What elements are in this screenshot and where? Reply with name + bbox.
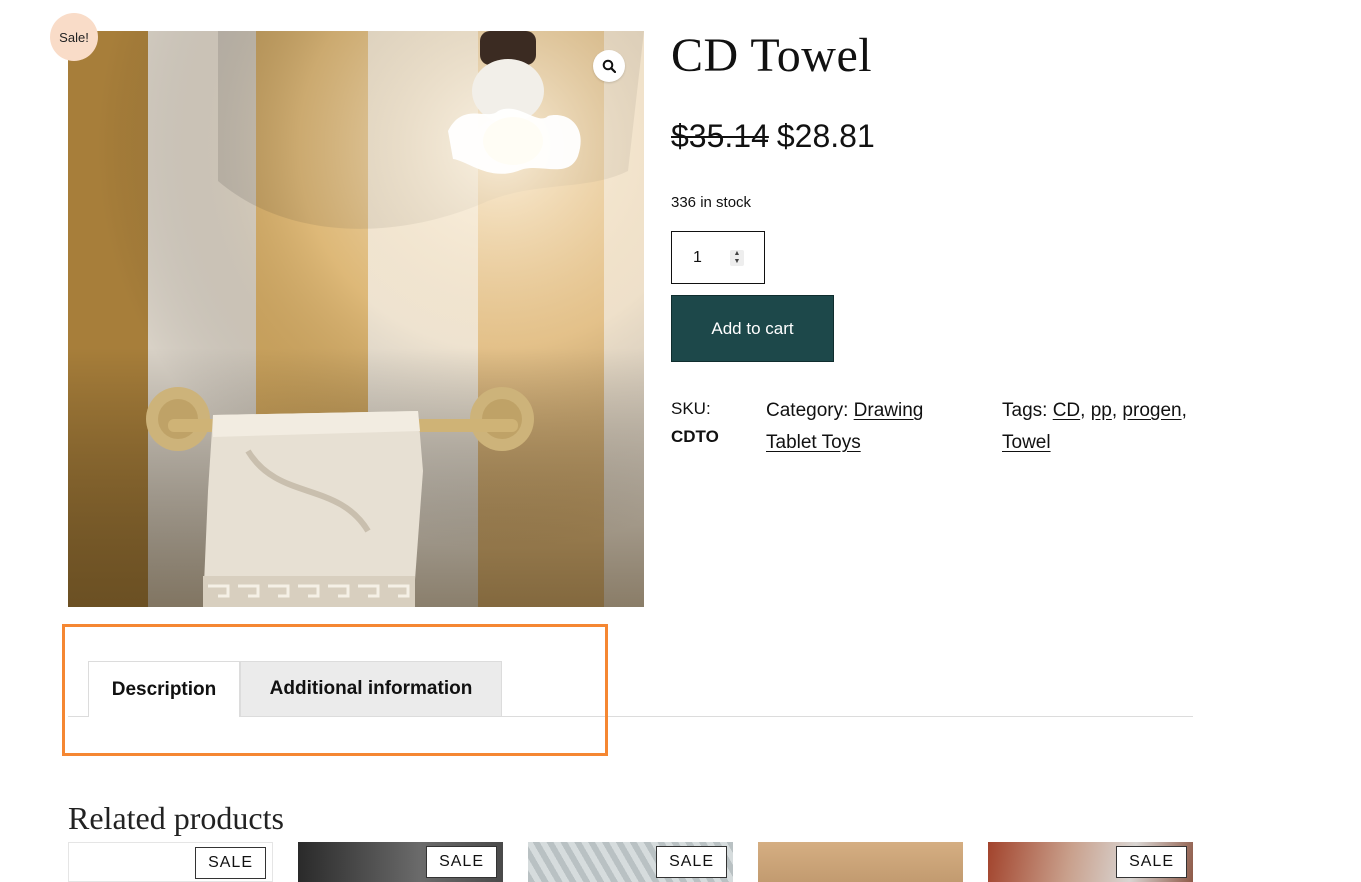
- zoom-button[interactable]: [593, 50, 625, 82]
- quantity-spinner[interactable]: ▲ ▼: [730, 249, 744, 266]
- stock-status: 336 in stock: [671, 194, 752, 211]
- sale-label: SALE: [656, 846, 727, 878]
- related-product-card[interactable]: SALE: [528, 842, 733, 882]
- related-product-card[interactable]: SALE: [988, 842, 1193, 882]
- product-title: CD Towel: [671, 29, 873, 82]
- category-label: Category:: [766, 400, 849, 421]
- tags-label: Tags:: [1002, 400, 1048, 421]
- related-product-card[interactable]: SALE: [68, 842, 273, 882]
- product-image[interactable]: [68, 31, 644, 607]
- sku-label: SKU:: [671, 399, 711, 418]
- category-meta: Category: Drawing Tablet Toys: [766, 395, 976, 459]
- sale-badge: Sale!: [50, 13, 98, 61]
- sale-price: $28.81: [776, 118, 875, 154]
- spin-up-icon[interactable]: ▲: [734, 250, 741, 258]
- related-product-card[interactable]: [758, 842, 963, 882]
- add-to-cart-button[interactable]: Add to cart: [671, 295, 834, 362]
- tag-link[interactable]: CD: [1053, 400, 1080, 421]
- sku-value: CDTO: [671, 427, 719, 446]
- tag-link[interactable]: pp: [1091, 400, 1112, 421]
- related-product-card[interactable]: SALE: [298, 842, 503, 882]
- tag-separator: ,: [1111, 400, 1118, 421]
- tag-separator: ,: [1080, 400, 1086, 421]
- quantity-stepper[interactable]: 1 ▲ ▼: [671, 231, 765, 284]
- magnifier-icon: [602, 59, 616, 73]
- related-products-title: Related products: [68, 800, 284, 836]
- tag-link[interactable]: Towel: [1002, 432, 1051, 453]
- towel-photo: [68, 31, 644, 607]
- sku-meta: SKU: CDTO: [671, 395, 719, 451]
- sale-label: SALE: [195, 847, 266, 879]
- highlight-box: [62, 624, 608, 756]
- tags-meta: Tags: CD, pp, progen, Towel: [1002, 395, 1202, 459]
- tag-separator: ,: [1181, 400, 1187, 421]
- original-price: $35.14: [671, 118, 769, 154]
- tag-link[interactable]: progen: [1122, 400, 1181, 421]
- spin-down-icon[interactable]: ▼: [734, 258, 741, 266]
- quantity-input[interactable]: 1: [693, 249, 730, 267]
- sale-label: SALE: [1116, 846, 1187, 878]
- product-price: $35.14 $28.81: [671, 118, 875, 155]
- sale-label: SALE: [426, 846, 497, 878]
